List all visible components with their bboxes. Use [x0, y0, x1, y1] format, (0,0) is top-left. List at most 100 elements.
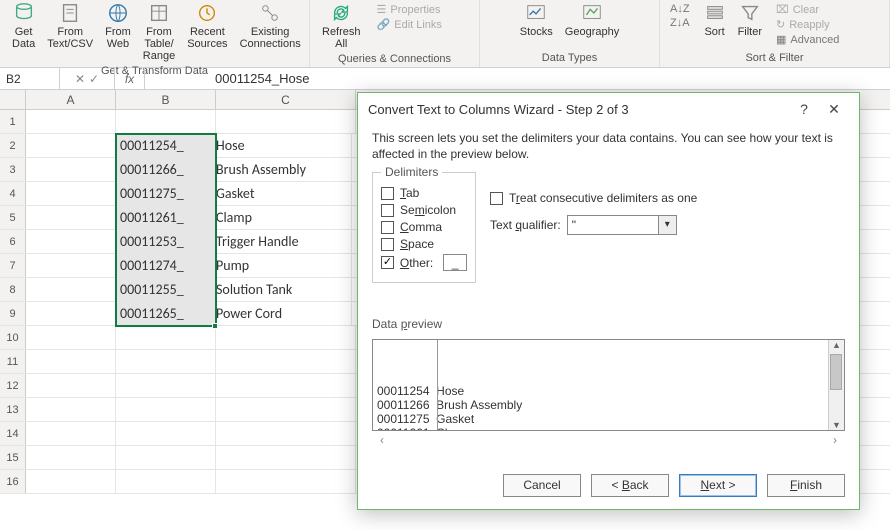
from-table-range-button[interactable]: From Table/ Range: [137, 2, 181, 62]
row-header[interactable]: 4: [0, 182, 26, 205]
help-button[interactable]: ?: [789, 101, 819, 117]
cell[interactable]: 00011266_: [116, 158, 216, 181]
enter-formula-icon[interactable]: ✓: [89, 72, 99, 86]
cell[interactable]: [216, 110, 356, 133]
row-header[interactable]: 15: [0, 446, 26, 469]
row-header[interactable]: 3: [0, 158, 26, 181]
cell[interactable]: [26, 158, 116, 181]
cell[interactable]: [26, 182, 116, 205]
back-button[interactable]: < Back: [591, 474, 669, 497]
cell[interactable]: 00011265_: [116, 302, 216, 325]
cell[interactable]: [116, 110, 216, 133]
scroll-right-icon[interactable]: ›: [833, 433, 837, 447]
cell[interactable]: [216, 398, 356, 421]
scroll-left-icon[interactable]: ‹: [380, 433, 384, 447]
cell[interactable]: [26, 110, 116, 133]
cell[interactable]: [26, 278, 116, 301]
cell[interactable]: [216, 446, 356, 469]
preview-scrollbar[interactable]: [828, 340, 844, 430]
dialog-titlebar[interactable]: Convert Text to Columns Wizard - Step 2 …: [358, 93, 859, 125]
cell[interactable]: Brush Assembly: [212, 158, 352, 181]
cell[interactable]: [26, 326, 116, 349]
row-header[interactable]: 13: [0, 398, 26, 421]
text-qualifier-select[interactable]: " ▾: [567, 215, 677, 235]
cell[interactable]: 00011275_: [116, 182, 216, 205]
cell[interactable]: [26, 254, 116, 277]
advanced-button[interactable]: ▦Advanced: [772, 32, 843, 47]
cancel-formula-icon[interactable]: ✕: [75, 72, 85, 86]
row-header[interactable]: 9: [0, 302, 26, 325]
column-header[interactable]: C: [216, 90, 356, 109]
cell[interactable]: [26, 374, 116, 397]
get-data-button[interactable]: Get Data: [6, 2, 41, 50]
cell[interactable]: [26, 422, 116, 445]
next-button[interactable]: Next >: [679, 474, 757, 497]
finish-button[interactable]: Finish: [767, 474, 845, 497]
sort-desc-button[interactable]: Z↓A: [666, 16, 694, 30]
cell[interactable]: Solution Tank: [212, 278, 352, 301]
geography-button[interactable]: Geography: [559, 2, 625, 38]
cell[interactable]: [26, 398, 116, 421]
cell[interactable]: Clamp: [212, 206, 352, 229]
cell[interactable]: Gasket: [212, 182, 352, 205]
cancel-button[interactable]: Cancel: [503, 474, 581, 497]
row-header[interactable]: 2: [0, 134, 26, 157]
other-delimiter-input[interactable]: _: [443, 254, 467, 271]
row-header[interactable]: 8: [0, 278, 26, 301]
cell[interactable]: [26, 134, 116, 157]
column-header[interactable]: B: [116, 90, 216, 109]
sort-asc-button[interactable]: A↓Z: [666, 2, 694, 16]
cell[interactable]: Power Cord: [212, 302, 352, 325]
cell[interactable]: [216, 470, 356, 493]
row-header[interactable]: 11: [0, 350, 26, 373]
from-web-button[interactable]: From Web: [99, 2, 137, 50]
cell[interactable]: [26, 230, 116, 253]
cell[interactable]: [116, 374, 216, 397]
row-header[interactable]: 10: [0, 326, 26, 349]
cell[interactable]: 00011261_: [116, 206, 216, 229]
cell[interactable]: Pump: [212, 254, 352, 277]
semicolon-checkbox[interactable]: [381, 204, 394, 217]
row-header[interactable]: 7: [0, 254, 26, 277]
row-header[interactable]: 1: [0, 110, 26, 133]
cell[interactable]: [116, 470, 216, 493]
cell[interactable]: 00011254_: [116, 134, 216, 157]
row-header[interactable]: 14: [0, 422, 26, 445]
formula-input[interactable]: 00011254_Hose: [145, 71, 890, 86]
cell[interactable]: [216, 350, 356, 373]
space-checkbox[interactable]: [381, 238, 394, 251]
cell[interactable]: [216, 326, 356, 349]
cell[interactable]: [116, 326, 216, 349]
cell[interactable]: [26, 350, 116, 373]
existing-connections-button[interactable]: Existing Connections: [234, 2, 307, 50]
select-all-corner[interactable]: [0, 90, 26, 109]
cell[interactable]: Trigger Handle: [212, 230, 352, 253]
recent-sources-button[interactable]: Recent Sources: [181, 2, 233, 50]
cell[interactable]: 00011253_: [116, 230, 216, 253]
filter-button[interactable]: Filter: [732, 2, 768, 38]
cell[interactable]: [26, 470, 116, 493]
tab-checkbox[interactable]: [381, 187, 394, 200]
cell[interactable]: [26, 302, 116, 325]
sort-button[interactable]: Sort: [698, 2, 732, 38]
comma-checkbox[interactable]: [381, 221, 394, 234]
cell[interactable]: 00011255_: [116, 278, 216, 301]
cell[interactable]: [116, 446, 216, 469]
name-box[interactable]: B2: [0, 68, 60, 89]
close-button[interactable]: ✕: [819, 101, 849, 118]
row-header[interactable]: 6: [0, 230, 26, 253]
cell[interactable]: [26, 446, 116, 469]
treat-consecutive-checkbox[interactable]: [490, 192, 503, 205]
refresh-all-button[interactable]: Refresh All: [316, 2, 367, 50]
other-checkbox[interactable]: [381, 256, 394, 269]
from-text-csv-button[interactable]: From Text/CSV: [41, 2, 99, 50]
cell[interactable]: 00011274_: [116, 254, 216, 277]
cell[interactable]: Hose: [212, 134, 352, 157]
fill-handle[interactable]: [212, 323, 218, 329]
cell[interactable]: [26, 206, 116, 229]
cell[interactable]: [216, 422, 356, 445]
cell[interactable]: [216, 374, 356, 397]
row-header[interactable]: 5: [0, 206, 26, 229]
column-header[interactable]: A: [26, 90, 116, 109]
row-header[interactable]: 12: [0, 374, 26, 397]
